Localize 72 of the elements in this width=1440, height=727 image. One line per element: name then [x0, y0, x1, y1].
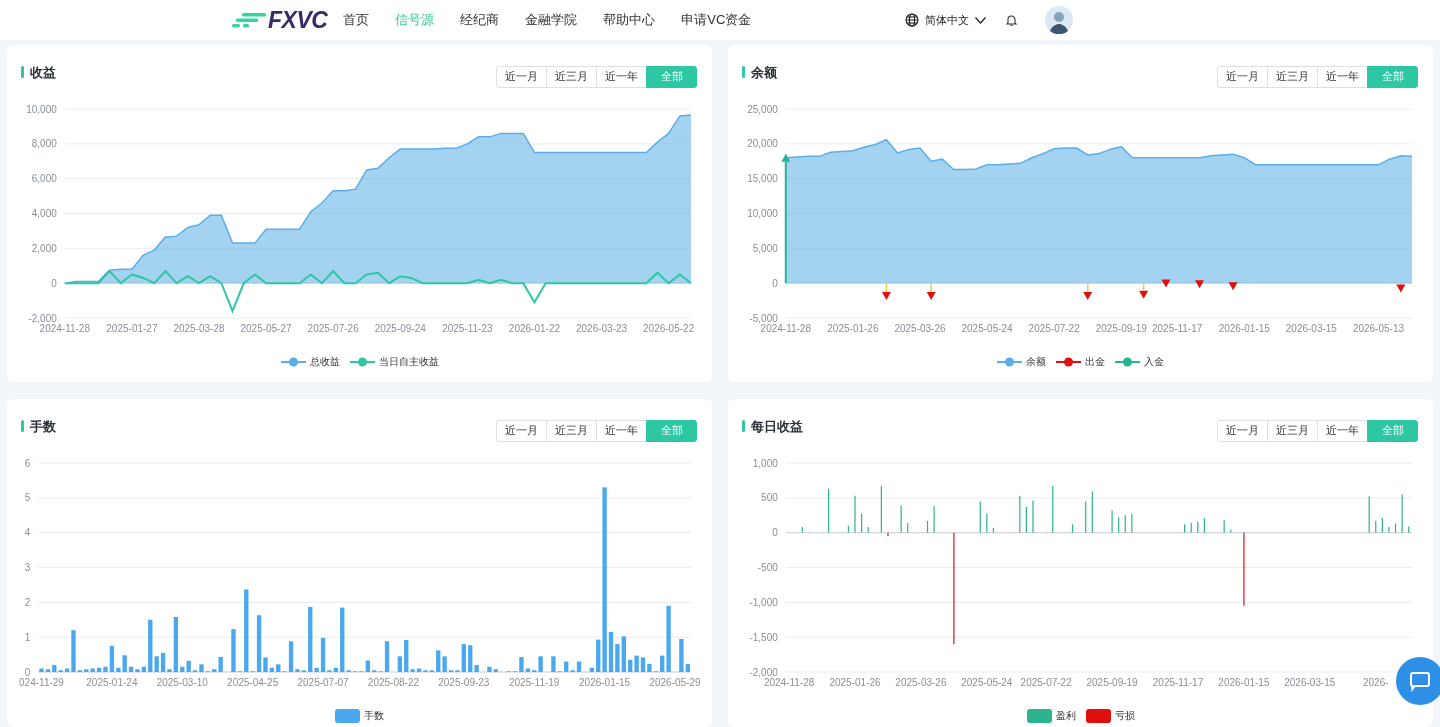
- axis-label: 2026-05-22: [643, 323, 695, 334]
- axis-label: -2,000: [749, 666, 778, 678]
- axis-label: -1,000: [749, 596, 778, 608]
- axis-label: 024-11-29: [19, 677, 64, 688]
- axis-label: 2026-01-15: [1218, 677, 1270, 688]
- axis-label: 0: [772, 277, 778, 289]
- card-title: 手数: [30, 418, 56, 436]
- axis-label: 2: [24, 596, 31, 608]
- axis-label: 2026-03-15: [1284, 677, 1336, 688]
- axis-label: 25,000: [747, 103, 778, 115]
- axis-label: 2025-01-26: [827, 323, 879, 334]
- card-title: 每日收益: [751, 418, 803, 436]
- axis-label: 10,000: [26, 103, 57, 115]
- card-title: 收益: [30, 64, 56, 82]
- axis-label: 2025-01-24: [86, 677, 138, 688]
- card-title: 余额: [751, 64, 777, 82]
- axis-label: 2025-05-27: [240, 323, 292, 334]
- axis-label: 2025-01-27: [106, 323, 158, 334]
- axis-label: 2025-09-24: [374, 323, 426, 334]
- axis-label: 2025-07-26: [307, 323, 359, 334]
- axis-label: 2026-: [1362, 677, 1389, 688]
- axis-label: 5,000: [752, 242, 778, 254]
- axis-label: 2026-01-15: [1218, 323, 1270, 334]
- axis-label: -500: [757, 562, 778, 573]
- axis-label: -1,500: [749, 631, 778, 643]
- axis-label: 2025-09-19: [1095, 323, 1147, 334]
- axis-label: 4: [24, 527, 31, 539]
- axis-label: 15,000: [747, 173, 778, 185]
- axis-label: 2025-09-19: [1086, 677, 1138, 688]
- axis-label: 2025-03-26: [895, 677, 947, 688]
- axis-label: 2025-11-17: [1151, 323, 1203, 334]
- axis-label: 2026-01-22: [508, 323, 561, 334]
- axis-label: 2025-01-26: [829, 677, 881, 688]
- axis-label: 1,000: [752, 457, 778, 469]
- axis-label: -2,000: [28, 312, 57, 324]
- axis-label: 2025-05-24: [961, 323, 1013, 334]
- axis-label: 2025-03-10: [156, 677, 208, 688]
- axis-label: 0: [51, 277, 57, 289]
- axis-label: 2025-11-23: [442, 323, 493, 334]
- axis-label: 6,000: [31, 173, 57, 185]
- axis-label: 2025-07-22: [1020, 677, 1072, 688]
- axis-label: 10,000: [747, 208, 778, 219]
- axis-label: 2025-07-22: [1028, 323, 1080, 334]
- axis-label: 2025-11-17: [1152, 677, 1204, 688]
- axis-label: 2024-11-28: [763, 677, 815, 688]
- axis-label: 20,000: [747, 138, 778, 150]
- axis-label: 2024-11-28: [760, 323, 811, 334]
- axis-label: 2025-09-23: [438, 677, 490, 688]
- axis-label: 2025-03-26: [894, 323, 946, 334]
- axis-label: 2024-11-28: [39, 323, 90, 334]
- axis-label: 0: [24, 666, 31, 678]
- axis-label: 8,000: [31, 138, 57, 150]
- axis-label: 2026-05-29: [649, 677, 701, 688]
- axis-label: 3: [24, 562, 31, 573]
- axis-label: 2025-04-25: [227, 677, 279, 688]
- axis-label: 4,000: [31, 208, 57, 219]
- axis-label: 2025-05-24: [961, 677, 1013, 688]
- axis-label: 2025-07-07: [297, 677, 349, 688]
- axis-label: 2026-03-23: [575, 323, 628, 334]
- axis-label: 500: [761, 492, 778, 504]
- axis-label: 2025-08-22: [367, 677, 419, 688]
- axis-label: 2026-05-13: [1352, 323, 1405, 334]
- axis-label: 2026-03-15: [1285, 323, 1337, 334]
- axis-label: 0: [772, 527, 778, 539]
- axis-label: 5: [24, 492, 31, 504]
- axis-label: -5,000: [749, 312, 778, 324]
- axis-label: 2025-11-19: [509, 677, 560, 688]
- axis-label: 2026-01-15: [579, 677, 631, 688]
- axis-label: 2,000: [31, 242, 57, 254]
- axis-label: 2025-03-28: [173, 323, 225, 334]
- axis-label: 6: [24, 457, 31, 469]
- axis-label: 1: [24, 631, 31, 643]
